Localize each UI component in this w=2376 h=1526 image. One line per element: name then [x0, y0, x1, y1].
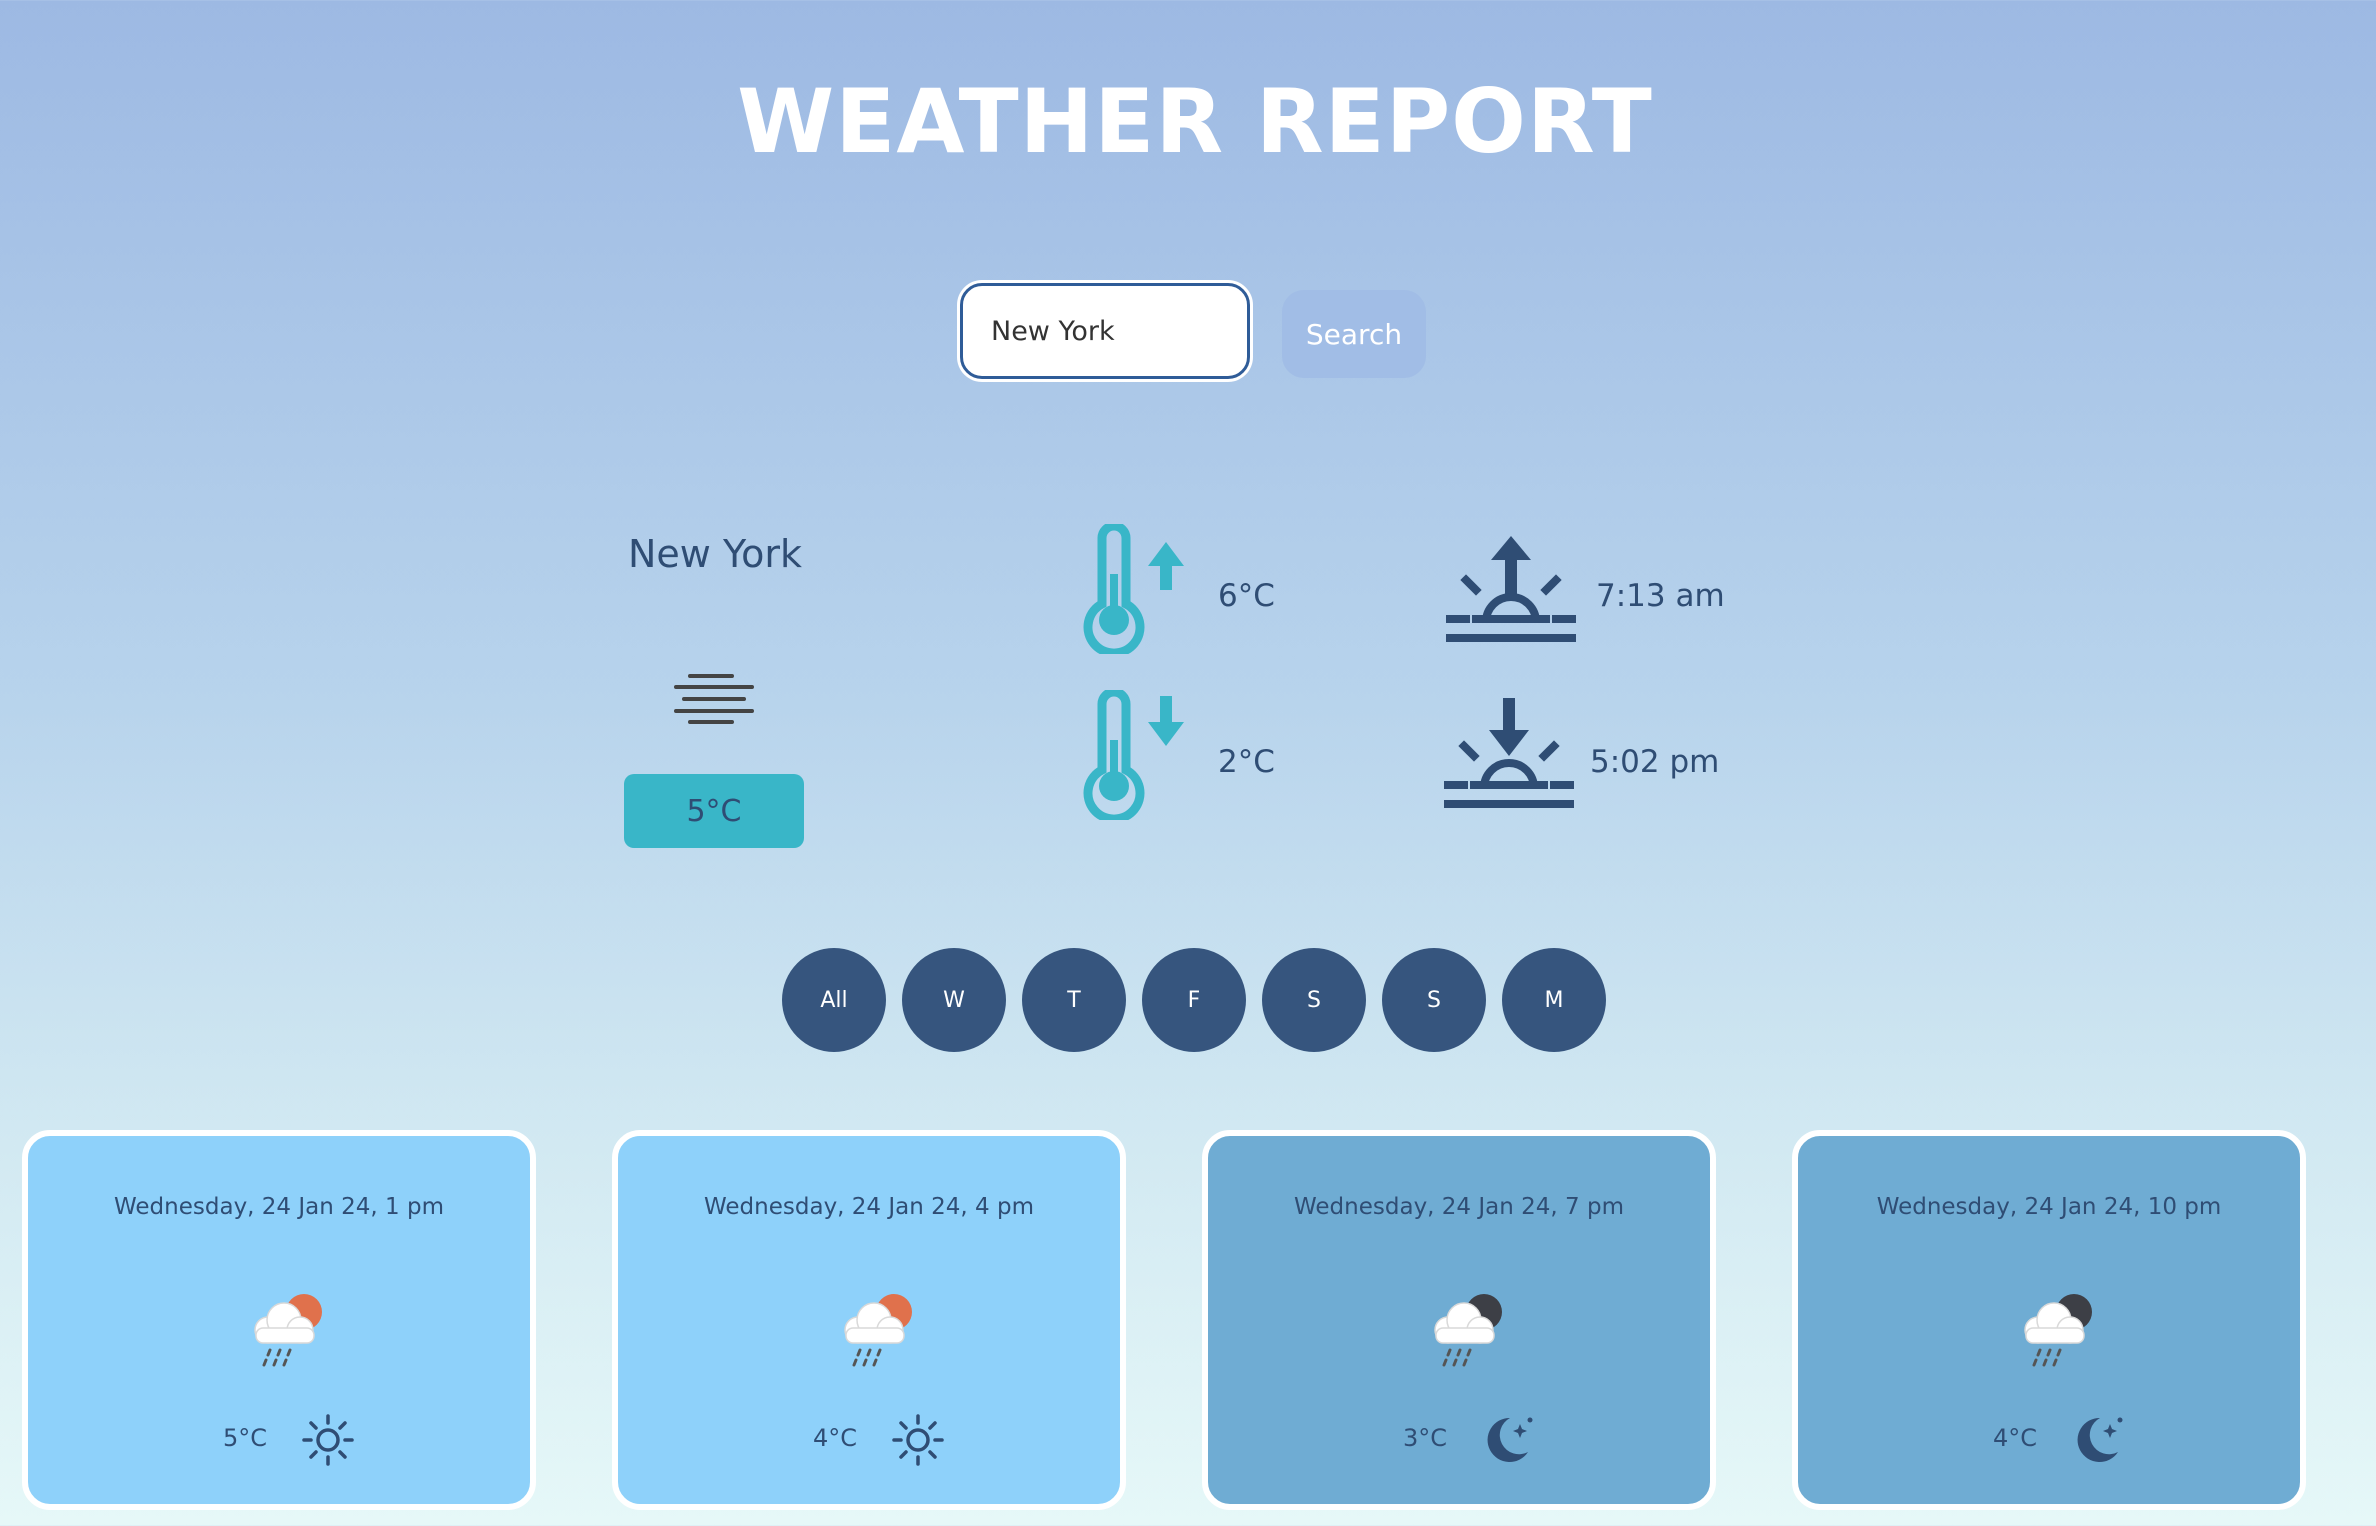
max-temperature: 6°C — [1218, 578, 1275, 614]
search-button[interactable]: Search — [1282, 290, 1426, 378]
day-filter-thursday[interactable]: T — [1022, 948, 1126, 1052]
day-filter-wednesday[interactable]: W — [902, 948, 1006, 1052]
rain-cloud-sun-icon — [844, 1294, 912, 1367]
forecast-card[interactable]: Wednesday, 24 Jan 24, 1 pm 5°C — [22, 1130, 536, 1510]
page-title: WEATHER REPORT — [737, 70, 1653, 173]
day-filter-monday[interactable]: M — [1502, 948, 1606, 1052]
forecast-date: Wednesday, 24 Jan 24, 1 pm — [114, 1194, 444, 1220]
forecast-date: Wednesday, 24 Jan 24, 7 pm — [1294, 1194, 1624, 1220]
moon-icon — [2077, 1417, 2123, 1462]
day-filter-all[interactable]: All — [782, 948, 886, 1052]
forecast-temperature: 4°C — [812, 1424, 858, 1452]
current-temperature-badge: 5°C — [624, 774, 804, 848]
sunrise-time: 7:13 am — [1596, 578, 1725, 614]
day-filter-sunday[interactable]: S — [1382, 948, 1486, 1052]
forecast-card[interactable]: Wednesday, 24 Jan 24, 4 pm 4°C — [612, 1130, 1126, 1510]
thermometer-down-icon — [1083, 690, 1184, 820]
mist-icon — [674, 674, 754, 724]
rain-cloud-moon-icon — [2024, 1294, 2092, 1367]
rain-cloud-sun-icon — [254, 1294, 322, 1367]
forecast-temperature: 4°C — [1992, 1424, 2038, 1452]
day-filter-friday[interactable]: F — [1142, 948, 1246, 1052]
thermometer-up-icon — [1083, 524, 1184, 654]
forecast-date: Wednesday, 24 Jan 24, 4 pm — [704, 1194, 1034, 1220]
moon-icon — [1487, 1417, 1533, 1462]
min-temperature: 2°C — [1218, 744, 1275, 780]
search-input[interactable] — [960, 283, 1250, 379]
rain-cloud-moon-icon — [1434, 1294, 1502, 1367]
sun-icon — [892, 1414, 944, 1466]
forecast-date: Wednesday, 24 Jan 24, 10 pm — [1876, 1194, 2222, 1220]
sun-icon — [302, 1414, 354, 1466]
city-name: New York — [627, 532, 802, 576]
forecast-card[interactable]: Wednesday, 24 Jan 24, 7 pm 3°C — [1202, 1130, 1716, 1510]
forecast-temperature: 5°C — [222, 1424, 268, 1452]
sunset-time: 5:02 pm — [1590, 744, 1720, 780]
sunset-icon — [1444, 698, 1574, 808]
forecast-card[interactable]: Wednesday, 24 Jan 24, 10 pm 4°C — [1792, 1130, 2306, 1510]
forecast-temperature: 3°C — [1402, 1424, 1448, 1452]
day-filter-saturday[interactable]: S — [1262, 948, 1366, 1052]
sunrise-icon — [1446, 536, 1576, 642]
